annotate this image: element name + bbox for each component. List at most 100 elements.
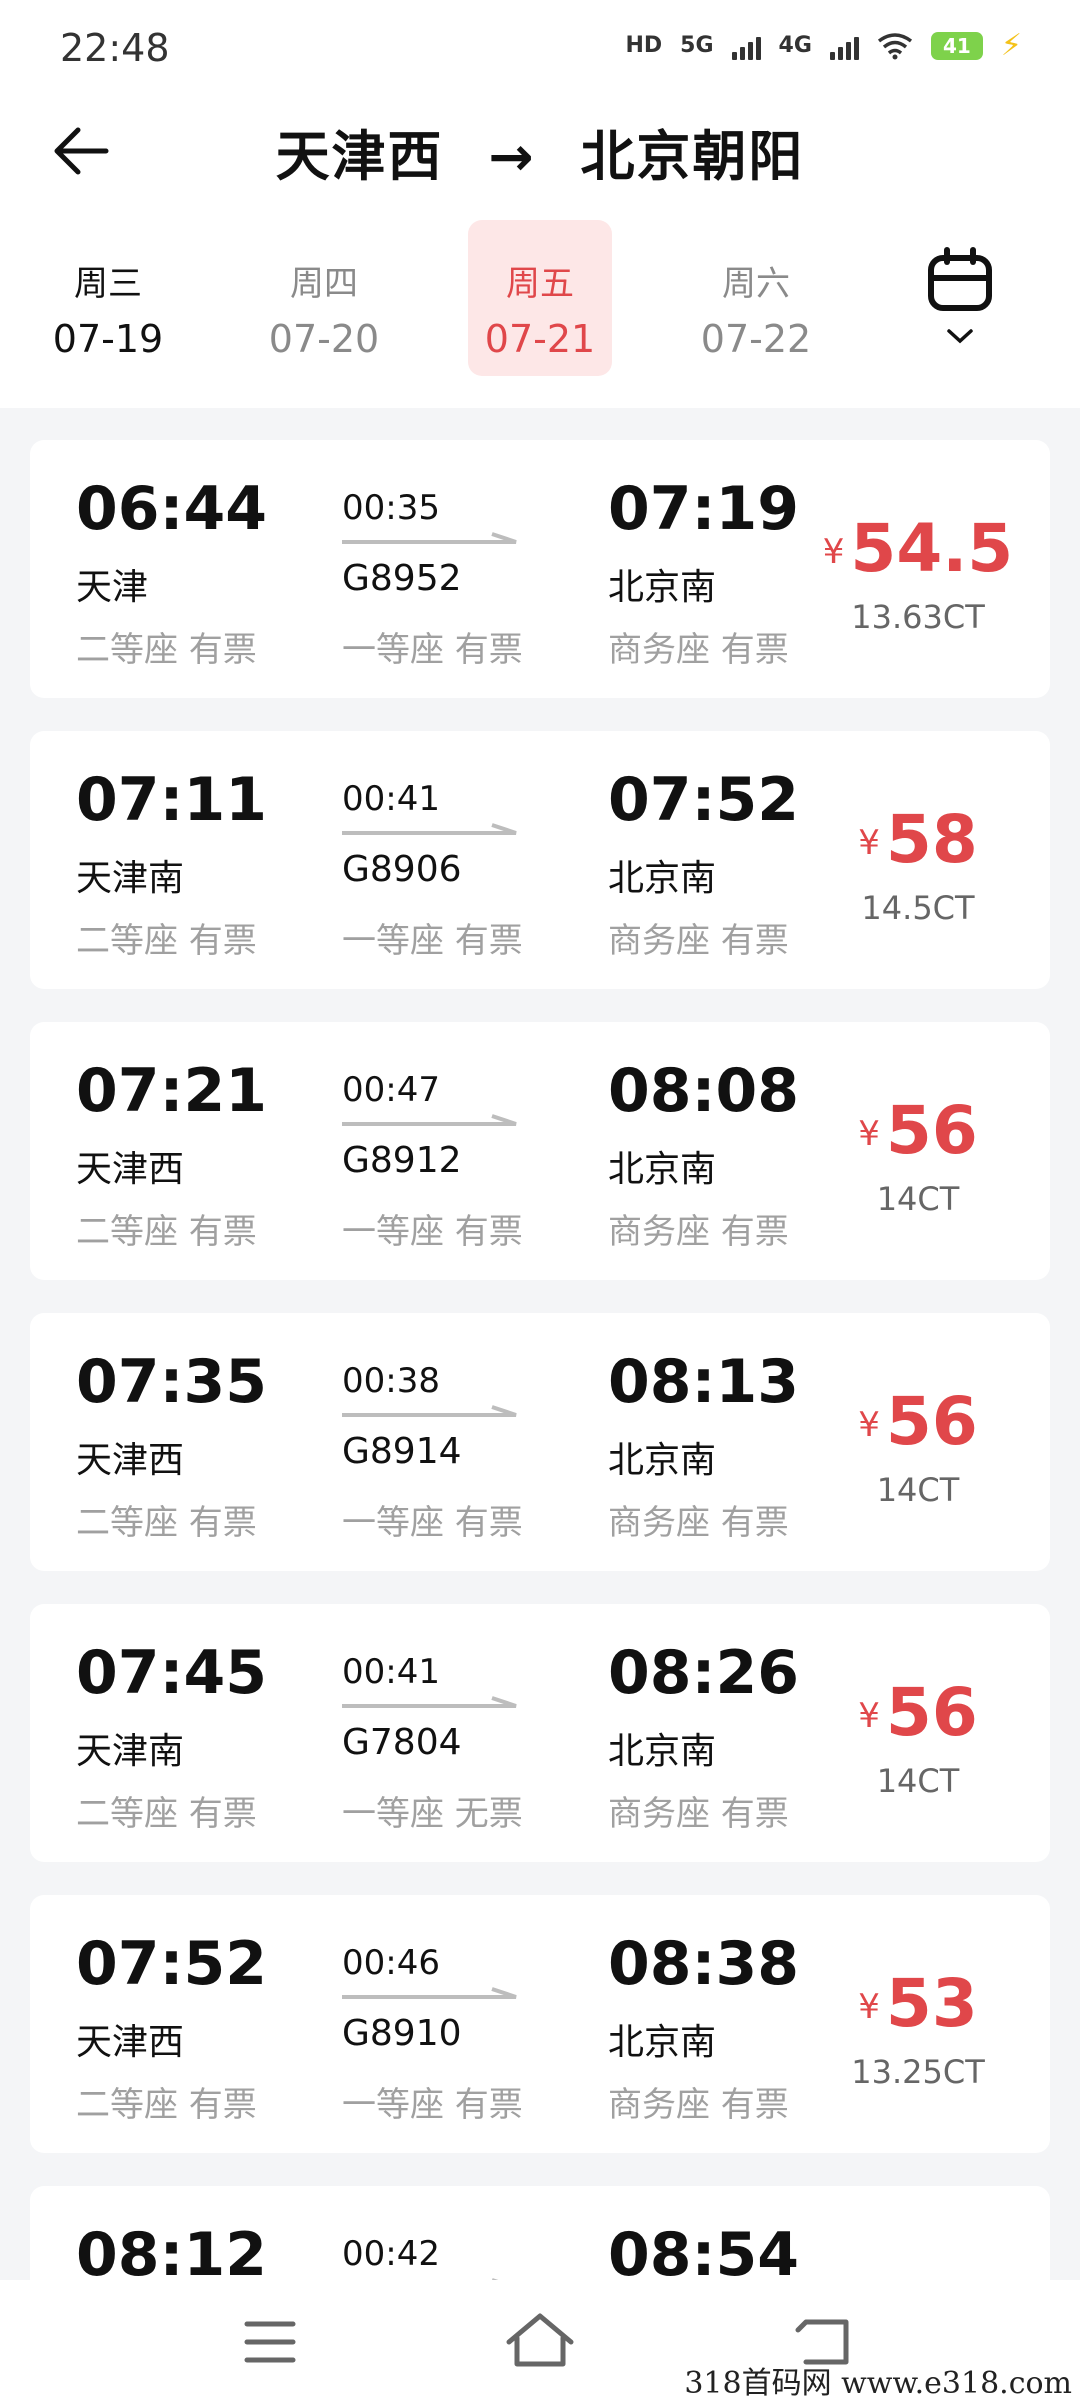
currency-symbol: ¥ (858, 1114, 880, 1154)
ct-amount: 14CT (876, 1762, 960, 1800)
first-class-availability: 一等座 有票 (342, 630, 523, 670)
arrival-station: 北京南 (608, 1731, 717, 1772)
train-number: G8910 (342, 2013, 462, 2054)
ct-amount: 13.25CT (851, 2053, 985, 2091)
train-card[interactable]: 06:44 00:35 07:19 天津 G8952 北京南 二等座 有票 一等… (30, 440, 1050, 698)
status-bar: 22:48 HD 5G 4G 41 ⚡ (0, 0, 1080, 96)
train-number: G8952 (342, 558, 462, 599)
ticket-price: ¥56 (808, 1383, 1028, 1460)
arrival-station: 北京南 (608, 1149, 717, 1190)
price-value: 56 (885, 1383, 978, 1460)
train-card[interactable]: 07:21 00:47 08:08 天津西 G8912 北京南 二等座 有票 一… (30, 1022, 1050, 1280)
status-icons: HD 5G 4G 41 ⚡ (625, 28, 1022, 63)
hd-indicator: HD (625, 33, 663, 58)
ticket-price: ¥58 (808, 801, 1028, 878)
navigation-bar: 318首码网 www.e318.com (0, 2280, 1080, 2404)
train-card[interactable]: 07:45 00:41 08:26 天津南 G7804 北京南 二等座 有票 一… (30, 1604, 1050, 1862)
route-arrow: → (488, 125, 536, 188)
departure-station: 天津西 (76, 2022, 185, 2063)
direction-arrow-icon (342, 532, 517, 544)
trip-duration: 00:41 (342, 779, 440, 819)
first-class-availability: 一等座 有票 (342, 1212, 523, 1252)
currency-symbol: ¥ (858, 1987, 880, 2027)
second-class-availability: 二等座 有票 (76, 2085, 257, 2125)
menu-icon[interactable] (225, 2302, 315, 2382)
trip-duration: 00:35 (342, 488, 440, 528)
second-class-availability: 二等座 有票 (76, 1212, 257, 1252)
calendar-button[interactable] (920, 246, 1000, 356)
direction-arrow-icon (342, 823, 517, 835)
arrival-time: 08:08 (608, 1056, 799, 1126)
price-value: 56 (885, 1092, 978, 1169)
currency-symbol: ¥ (858, 823, 880, 863)
date-tab-weekday: 周五 (506, 264, 574, 304)
trip-duration: 00:38 (342, 1361, 440, 1401)
currency-symbol: ¥ (858, 1405, 880, 1445)
departure-station: 天津西 (76, 1149, 185, 1190)
first-class-availability: 一等座 有票 (342, 2085, 523, 2125)
watermark-text: 318首码网 www.e318.com (684, 2366, 1072, 2401)
date-tab-0720[interactable]: 周四 07-20 (252, 220, 396, 376)
departure-time: 07:35 (76, 1347, 267, 1417)
arrival-time: 08:13 (608, 1347, 799, 1417)
arrival-station: 北京南 (608, 567, 717, 608)
home-icon[interactable] (495, 2302, 585, 2382)
network-4g-label: 4G (778, 33, 812, 58)
second-class-availability: 二等座 有票 (76, 1503, 257, 1543)
business-class-availability: 商务座 有票 (608, 1503, 789, 1543)
price-value: 56 (885, 1674, 978, 1751)
arrival-station: 北京南 (608, 2022, 717, 2063)
price-value: 54.5 (850, 510, 1014, 587)
arrival-time: 08:26 (608, 1638, 799, 1708)
ticket-price: ¥54.5 (808, 510, 1028, 587)
date-tab-weekday: 周六 (722, 264, 790, 304)
train-number: G8914 (342, 1431, 462, 1472)
price-value: 53 (885, 1965, 978, 2042)
date-tab-0721[interactable]: 周五 07-21 (468, 220, 612, 376)
departure-station: 天津西 (76, 1440, 185, 1481)
date-tab-weekday: 周四 (290, 264, 358, 304)
second-class-availability: 二等座 有票 (76, 921, 257, 961)
trip-duration: 00:42 (342, 2234, 440, 2274)
ct-amount: 13.63CT (851, 598, 985, 636)
departure-time: 06:44 (76, 474, 267, 544)
departure-time: 07:45 (76, 1638, 267, 1708)
departure-station: 天津 (76, 567, 149, 608)
date-tab-date: 07-21 (484, 317, 596, 361)
departure-station: 天津南 (76, 1731, 185, 1772)
date-tab-0719[interactable]: 周三 07-19 (36, 220, 180, 376)
route-title: 天津西 → 北京朝阳 (0, 112, 1080, 191)
departure-time: 07:21 (76, 1056, 267, 1126)
train-card[interactable]: 07:35 00:38 08:13 天津西 G8914 北京南 二等座 有票 一… (30, 1313, 1050, 1571)
ct-amount: 14.5CT (861, 889, 975, 927)
business-class-availability: 商务座 有票 (608, 2085, 789, 2125)
direction-arrow-icon (342, 1987, 517, 1999)
train-card[interactable]: 07:52 00:46 08:38 天津西 G8910 北京南 二等座 有票 一… (30, 1895, 1050, 2153)
date-tab-0722[interactable]: 周六 07-22 (684, 220, 828, 376)
business-class-availability: 商务座 有票 (608, 1212, 789, 1252)
charging-icon: ⚡ (1000, 28, 1022, 63)
train-card[interactable]: 07:11 00:41 07:52 天津南 G8906 北京南 二等座 有票 一… (30, 731, 1050, 989)
date-tab-date: 07-20 (268, 317, 380, 361)
business-class-availability: 商务座 有票 (608, 921, 789, 961)
train-number: G7804 (342, 1722, 462, 1763)
arrival-time: 07:19 (608, 474, 799, 544)
trip-duration: 00:41 (342, 1652, 440, 1692)
ticket-price: ¥53 (808, 1965, 1028, 2042)
chevron-down-icon (947, 329, 973, 344)
first-class-availability: 一等座 无票 (342, 1794, 523, 1834)
currency-symbol: ¥ (822, 532, 845, 572)
date-tab-weekday: 周三 (74, 264, 142, 304)
direction-arrow-icon (342, 1696, 517, 1708)
direction-arrow-icon (342, 1114, 517, 1126)
ct-amount: 14CT (876, 1471, 960, 1509)
departure-station: 天津南 (76, 858, 185, 899)
date-tab-date: 07-22 (700, 317, 812, 361)
network-5g-label: 5G (680, 33, 714, 58)
ct-amount: 14CT (876, 1180, 960, 1218)
trip-duration: 00:47 (342, 1070, 440, 1110)
first-class-availability: 一等座 有票 (342, 921, 523, 961)
direction-arrow-icon (342, 1405, 517, 1417)
arrival-time: 08:38 (608, 1929, 799, 1999)
battery-icon: 41 (930, 31, 983, 60)
